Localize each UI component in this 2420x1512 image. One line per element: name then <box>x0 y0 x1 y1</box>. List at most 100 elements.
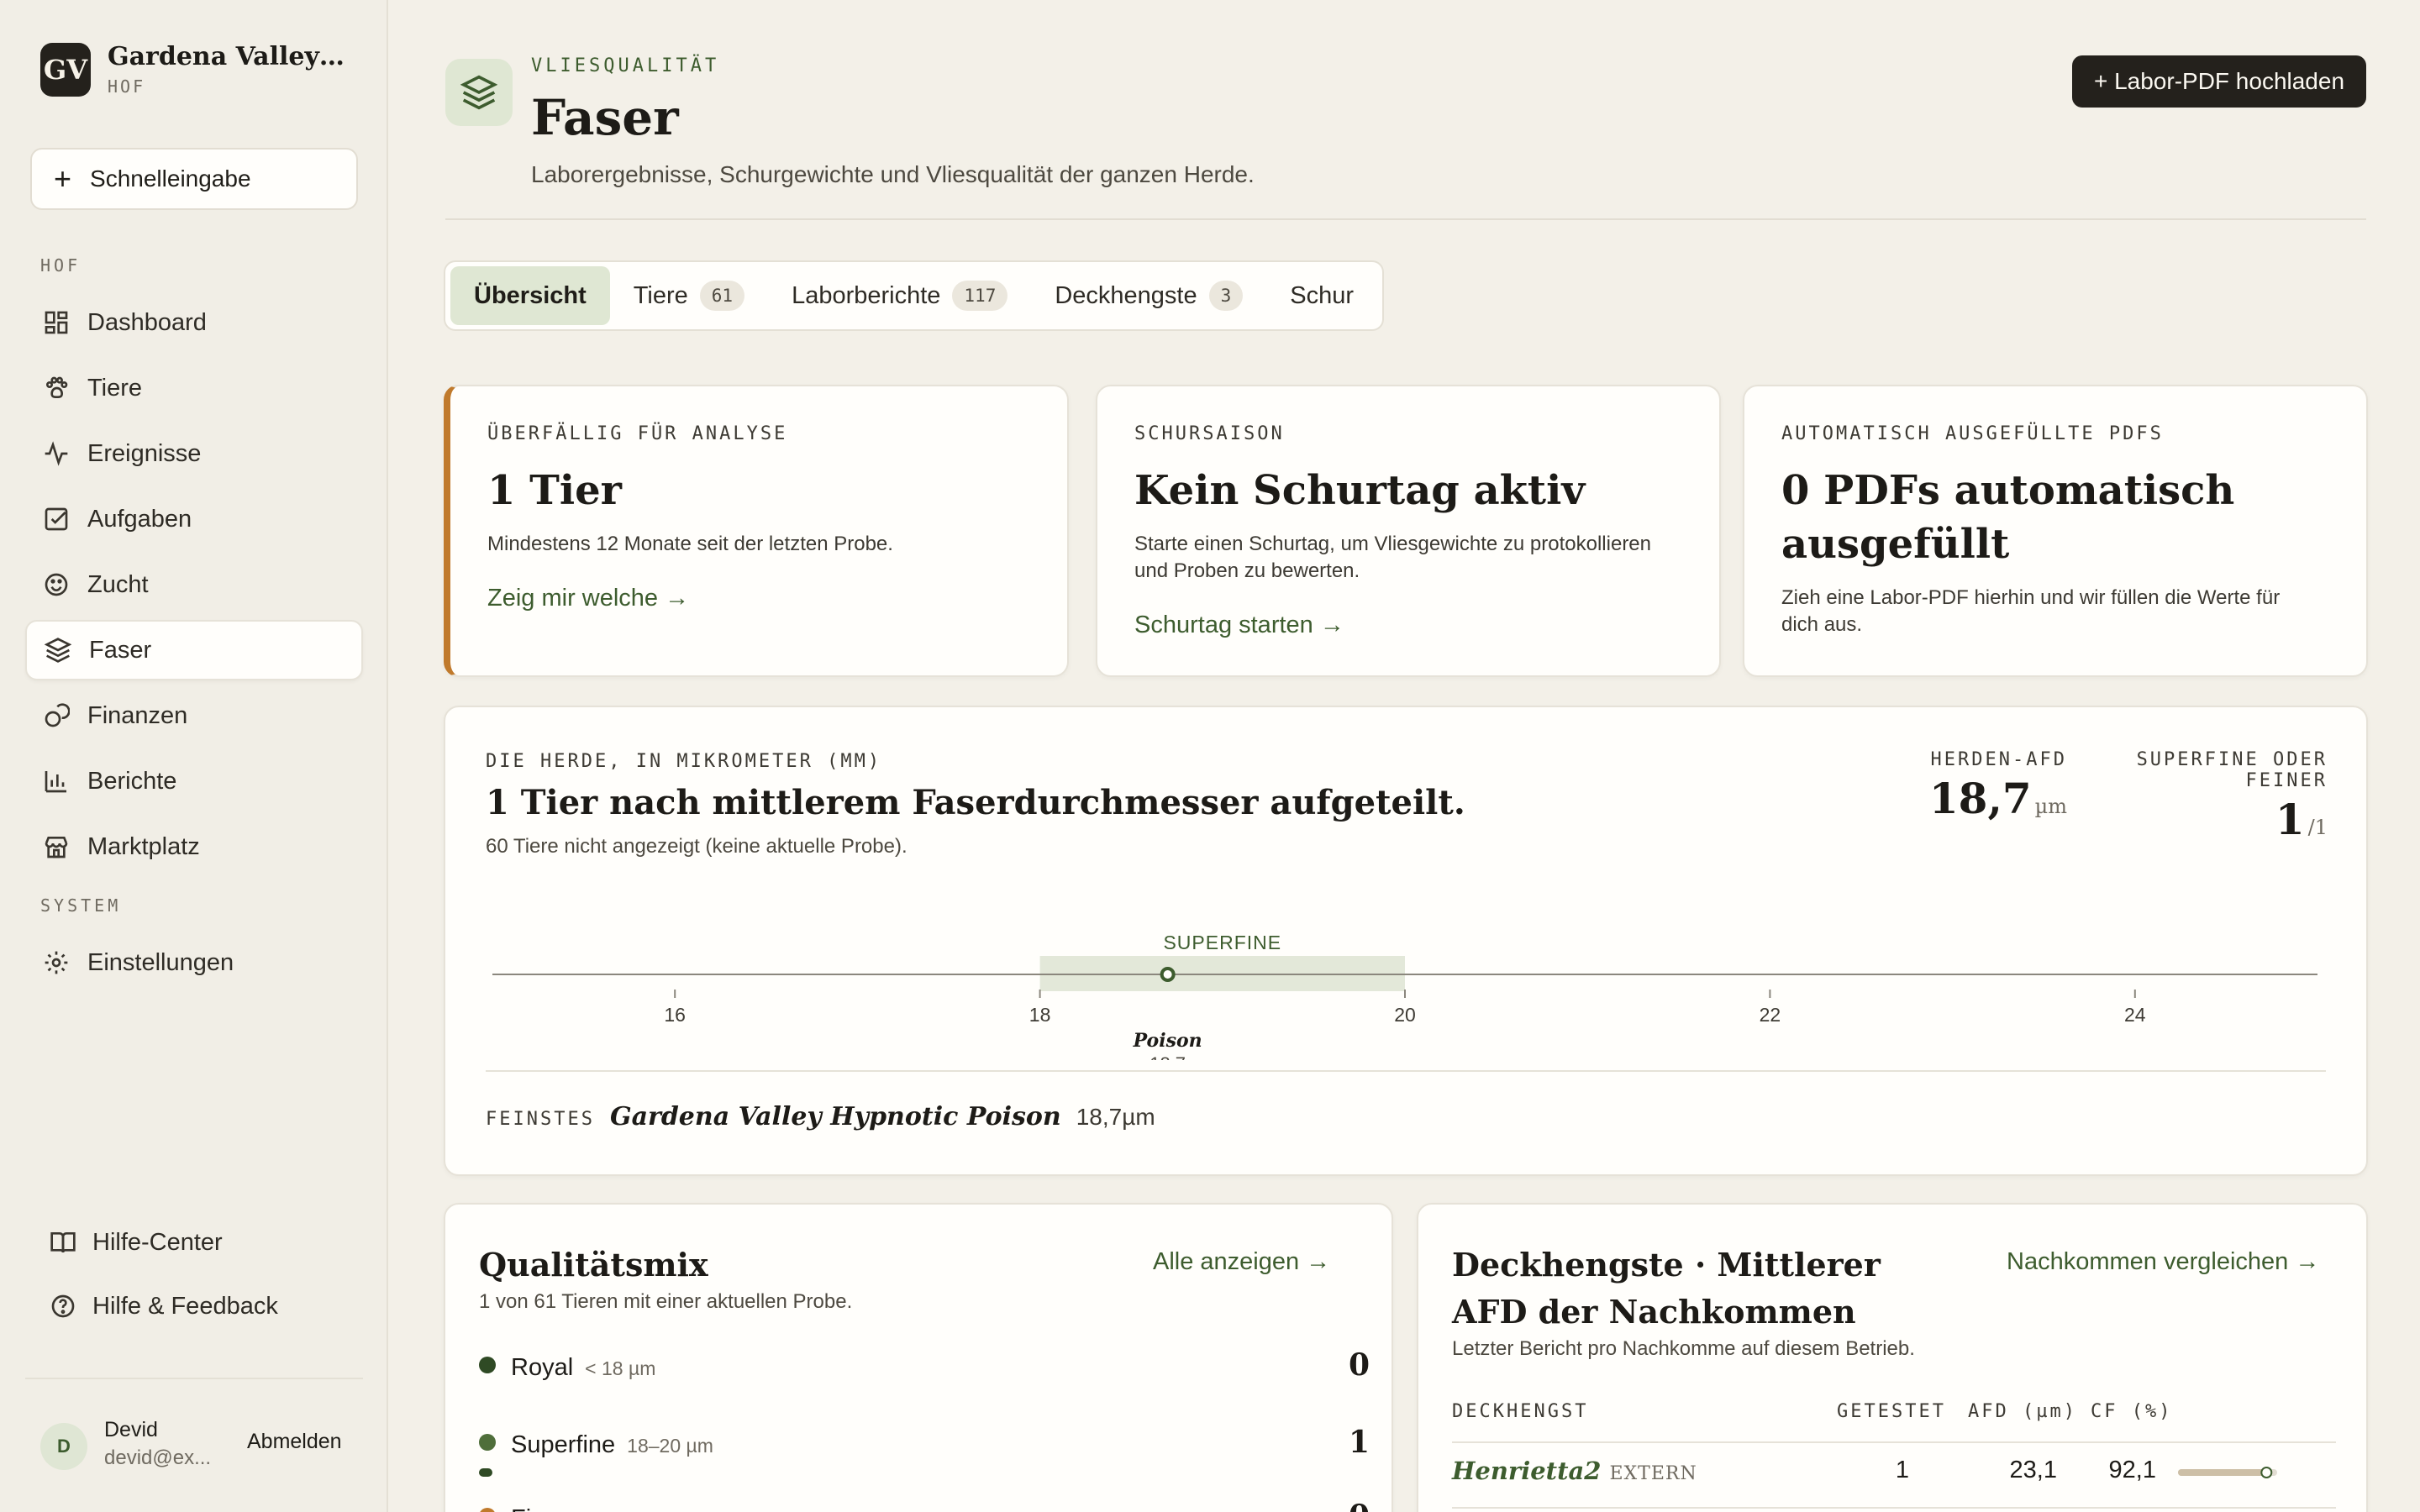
page-title: Faser <box>531 89 679 146</box>
bar-chart-icon <box>42 767 71 795</box>
x-tick-label: 20 <box>1394 1004 1416 1026</box>
sire-cf: 92,1 <box>2108 1457 2156 1483</box>
column-header: GETESTET <box>1837 1401 1946 1422</box>
logout-button[interactable]: Abmelden <box>247 1430 342 1454</box>
tab-label: Laborberichte <box>792 281 941 309</box>
herd-chart: SUPERFINE 16 18 20 22 24 Poison18,7 <box>492 932 2317 1060</box>
stat-value: 18,7 <box>1928 774 2032 823</box>
finest-name[interactable]: Gardena Valley Hypnotic Poison <box>610 1102 1061 1131</box>
section-label-hof: HOF <box>40 255 82 276</box>
dashboard-icon <box>42 308 71 337</box>
sidebar-item-berichte[interactable]: Berichte <box>25 751 363 811</box>
stat-unit: µm <box>2034 795 2067 818</box>
quality-dot <box>479 1434 496 1451</box>
sidebar: GV Gardena Valley Alp... HOF + Schnellei… <box>0 0 388 1512</box>
quality-dot <box>479 1508 496 1512</box>
stat-label: SUPERFINE ODER FEINER <box>2136 749 2328 791</box>
quality-dot <box>479 1357 496 1373</box>
user-email: devid@ex... <box>104 1446 212 1469</box>
point-label: Poison <box>1133 1030 1202 1052</box>
tab-uebersicht[interactable]: Übersicht <box>450 266 610 325</box>
quality-range: 18–20 µm <box>627 1435 713 1457</box>
help-center-link[interactable]: Hilfe-Center <box>49 1228 223 1257</box>
sidebar-item-zucht[interactable]: Zucht <box>25 554 363 615</box>
quality-name: Superfine <box>511 1431 616 1458</box>
section-label-system: SYSTEM <box>40 895 122 916</box>
card-eyebrow: AUTOMATISCH AUSGEFÜLLTE PDFS <box>1781 423 2164 444</box>
question-icon <box>49 1292 77 1320</box>
checkbox-icon <box>42 505 71 533</box>
page-eyebrow: VLIESQUALITÄT <box>531 55 720 76</box>
tab-schur[interactable]: Schur <box>1266 266 1377 325</box>
tab-count: 3 <box>1208 281 1244 311</box>
quality-row: Fi 0 <box>479 1499 1370 1512</box>
card-subtitle: 1 von 61 Tieren mit einer aktuellen Prob… <box>479 1290 853 1313</box>
x-tick-label: 22 <box>1760 1004 1781 1026</box>
show-all-link[interactable]: Alle anzeigen → <box>1153 1248 1330 1276</box>
divider <box>1452 1441 2336 1443</box>
quality-bar <box>479 1468 492 1477</box>
quality-count: 1 <box>1348 1425 1370 1460</box>
show-overdue-link[interactable]: Zeig mir welche → <box>487 585 689 612</box>
sidebar-item-finanzen[interactable]: Finanzen <box>25 685 363 746</box>
sidebar-item-ereignisse[interactable]: Ereignisse <box>25 423 363 484</box>
divider <box>1452 1507 2336 1509</box>
user-box: D Devid devid@ex... Abmelden <box>25 1378 363 1512</box>
book-icon <box>49 1228 77 1257</box>
cf-bar <box>2178 1467 2277 1478</box>
sidebar-item-label: Faser <box>89 636 152 664</box>
start-shearing-link[interactable]: Schurtag starten → <box>1134 612 1344 639</box>
sidebar-item-dashboard[interactable]: Dashboard <box>25 292 363 353</box>
sidebar-item-aufgaben[interactable]: Aufgaben <box>25 489 363 549</box>
stat-total: /1 <box>2307 816 2328 839</box>
stat-label: HERDEN-AFD <box>1930 749 2067 770</box>
card-title: Qualitätsmix <box>479 1246 708 1284</box>
activity-icon <box>42 439 71 468</box>
card-description: Mindestens 12 Monate seit der letzten Pr… <box>487 533 893 555</box>
point-value-label: 18,7 <box>1150 1053 1186 1060</box>
quality-row: Royal < 18 µm 0 <box>479 1347 1370 1383</box>
sires-card: Deckhengste · Mittlerer AFD der Nachkomm… <box>1417 1203 2368 1512</box>
page-subtitle: Laborergebnisse, Schurgewichte und Vlies… <box>531 161 1255 187</box>
sidebar-item-label: Dashboard <box>87 308 207 336</box>
help-feedback-link[interactable]: Hilfe & Feedback <box>49 1292 278 1320</box>
sidebar-item-tiere[interactable]: Tiere <box>25 358 363 418</box>
layers-icon <box>44 636 72 664</box>
quality-row: Superfine 18–20 µm 1 <box>479 1425 1370 1460</box>
brand[interactable]: GV Gardena Valley Alp... HOF <box>40 42 351 97</box>
compare-offspring-link[interactable]: Nachkommen vergleichen → <box>2007 1248 2319 1276</box>
upload-pdf-button[interactable]: + Labor-PDF hochladen <box>2072 55 2366 108</box>
column-header: AFD (µm) <box>1968 1401 2077 1422</box>
tab-label: Tiere <box>633 281 688 309</box>
x-tick-label: 16 <box>664 1004 686 1026</box>
superfine-stat: SUPERFINE ODER FEINER 1/1 <box>2092 749 2328 844</box>
shearing-card: SCHURSAISON Kein Schurtag aktiv Starte e… <box>1096 385 1721 677</box>
help-center-label: Hilfe-Center <box>92 1228 223 1256</box>
data-point <box>1160 967 1176 982</box>
divider <box>445 218 2366 220</box>
sidebar-item-marktplatz[interactable]: Marktplatz <box>25 816 363 877</box>
help-feedback-label: Hilfe & Feedback <box>92 1292 278 1320</box>
tab-tiere[interactable]: Tiere 61 <box>610 266 768 325</box>
tab-label: Schur <box>1290 281 1355 309</box>
brand-logo: GV <box>40 42 91 97</box>
sidebar-item-einstellungen[interactable]: Einstellungen <box>25 932 363 993</box>
card-title: Kein Schurtag aktiv <box>1134 467 1586 514</box>
pdf-card: AUTOMATISCH AUSGEFÜLLTE PDFS 0 PDFs auto… <box>1743 385 2368 677</box>
card-description: Zieh eine Labor-PDF hierhin und wir füll… <box>1781 586 2281 636</box>
cf-marker <box>2260 1467 2273 1478</box>
sidebar-item-faser[interactable]: Faser <box>25 620 363 680</box>
card-eyebrow: DIE HERDE, IN MIKROMETER (MM) <box>486 751 882 772</box>
sidebar-item-label: Ereignisse <box>87 439 202 467</box>
x-tick-label: 24 <box>2124 1004 2146 1026</box>
quick-entry-button[interactable]: + Schnelleingabe <box>30 148 358 210</box>
tab-laborberichte[interactable]: Laborberichte 117 <box>768 266 1031 325</box>
tab-deckhengste[interactable]: Deckhengste 3 <box>1031 266 1266 325</box>
finest-label: FEINSTES <box>486 1109 595 1130</box>
herd-afd-stat: HERDEN-AFD 18,7 µm <box>1882 749 2067 823</box>
sidebar-item-label: Einstellungen <box>87 948 234 976</box>
card-eyebrow: ÜBERFÄLLIG FÜR ANALYSE <box>487 423 788 444</box>
store-icon <box>42 832 71 861</box>
band-label: SUPERFINE <box>1163 932 1281 953</box>
overdue-card: ÜBERFÄLLIG FÜR ANALYSE 1 Tier Mindestens… <box>444 385 1069 677</box>
